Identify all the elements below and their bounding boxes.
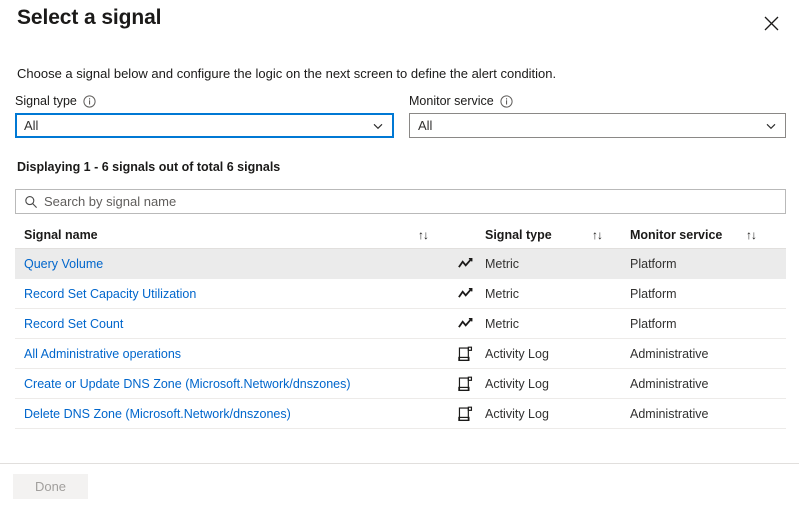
filter-row: Signal type All (0, 92, 799, 137)
signal-type-cell: Metric (485, 287, 630, 301)
monitor-service-select[interactable]: All (409, 113, 786, 138)
monitor-service-cell: Platform (630, 317, 786, 331)
column-header-signal-name-label: Signal name (24, 228, 98, 242)
table-row[interactable]: Record Set Capacity Utilization MetricPla… (15, 279, 786, 309)
activity-log-scroll-glyph (457, 405, 474, 423)
activity-log-scroll-glyph (457, 375, 474, 393)
activity-log-scroll-glyph (457, 345, 474, 363)
activity-log-scroll-icon (445, 375, 485, 393)
monitor-service-value: All (410, 119, 432, 132)
info-icon[interactable] (83, 95, 96, 108)
activity-log-scroll-icon (445, 405, 485, 423)
info-glyph (500, 95, 513, 108)
signal-type-value: All (17, 119, 38, 132)
table-row[interactable]: Query Volume MetricPlatform (15, 249, 786, 279)
table-header-row: Signal name ↑↓ Signal type ↑↓ Monitor se… (15, 221, 786, 249)
metric-line-chart-glyph (457, 285, 474, 303)
table-row[interactable]: Delete DNS Zone (Microsoft.Network/dnszo… (15, 399, 786, 429)
signal-type-cell: Activity Log (485, 377, 630, 391)
table-row[interactable]: All Administrative operations Activity Lo… (15, 339, 786, 369)
info-glyph (83, 95, 96, 108)
column-header-monitor-service-label: Monitor service (630, 228, 722, 242)
search-glyph (24, 195, 38, 209)
table-body: Query VolumeMetricPlatformRecord Set Cap… (15, 249, 786, 429)
monitor-service-cell: Platform (630, 287, 786, 301)
monitor-service-field: Monitor service All (409, 92, 786, 138)
sort-ascending-descending-icon[interactable]: ↑↓ (592, 228, 608, 242)
chevron-down-glyph (765, 120, 777, 132)
column-header-monitor-service[interactable]: Monitor service ↑↓ (630, 228, 786, 242)
search-box[interactable] (15, 189, 786, 214)
chevron-down-icon (372, 120, 384, 132)
monitor-service-cell: Platform (630, 257, 786, 271)
search-input[interactable] (38, 190, 785, 213)
select-signal-panel: Select a signal Choose a signal below an… (0, 0, 799, 505)
metric-line-chart-icon (445, 315, 485, 333)
panel-header: Select a signal (0, 0, 799, 48)
metric-line-chart-glyph (457, 315, 474, 333)
signal-type-label: Signal type (15, 94, 77, 108)
metric-line-chart-glyph (457, 255, 474, 273)
signal-type-field: Signal type All (15, 92, 394, 138)
sort-ascending-descending-icon[interactable]: ↑↓ (746, 228, 762, 242)
chevron-down-icon (765, 120, 777, 132)
signal-name-link[interactable]: Record Set Capacity Utilization (15, 287, 445, 301)
table-row[interactable]: Create or Update DNS Zone (Microsoft.Net… (15, 369, 786, 399)
activity-log-scroll-icon (445, 345, 485, 363)
close-glyph (764, 16, 779, 31)
results-count: Displaying 1 - 6 signals out of total 6 … (17, 160, 280, 174)
footer-divider (0, 463, 799, 464)
metric-line-chart-icon (445, 255, 485, 273)
column-header-signal-type-label: Signal type (485, 228, 552, 242)
signal-name-link[interactable]: Create or Update DNS Zone (Microsoft.Net… (15, 377, 445, 391)
signal-type-cell: Metric (485, 317, 630, 331)
signal-name-link[interactable]: All Administrative operations (15, 347, 445, 361)
sort-ascending-descending-icon[interactable]: ↑↓ (418, 228, 434, 242)
signal-type-cell: Activity Log (485, 407, 630, 421)
monitor-service-label-row: Monitor service (409, 92, 786, 110)
chevron-down-glyph (372, 120, 384, 132)
table-row[interactable]: Record Set Count MetricPlatform (15, 309, 786, 339)
monitor-service-label: Monitor service (409, 94, 494, 108)
signal-name-link[interactable]: Record Set Count (15, 317, 445, 331)
close-icon[interactable] (756, 8, 786, 38)
monitor-service-cell: Administrative (630, 377, 786, 391)
done-button[interactable]: Done (13, 474, 88, 499)
monitor-service-cell: Administrative (630, 347, 786, 361)
search-icon (24, 195, 38, 209)
column-header-signal-name[interactable]: Signal name ↑↓ (15, 228, 445, 242)
signal-type-select[interactable]: All (15, 113, 394, 138)
page-title: Select a signal (17, 6, 161, 30)
column-header-signal-type[interactable]: Signal type ↑↓ (485, 228, 630, 242)
signals-table: Signal name ↑↓ Signal type ↑↓ Monitor se… (15, 221, 786, 429)
metric-line-chart-icon (445, 285, 485, 303)
signal-type-cell: Activity Log (485, 347, 630, 361)
info-icon[interactable] (500, 95, 513, 108)
signal-name-link[interactable]: Query Volume (15, 257, 445, 271)
signal-name-link[interactable]: Delete DNS Zone (Microsoft.Network/dnszo… (15, 407, 445, 421)
signal-type-cell: Metric (485, 257, 630, 271)
monitor-service-cell: Administrative (630, 407, 786, 421)
panel-description: Choose a signal below and configure the … (17, 66, 556, 81)
signal-type-label-row: Signal type (15, 92, 394, 110)
